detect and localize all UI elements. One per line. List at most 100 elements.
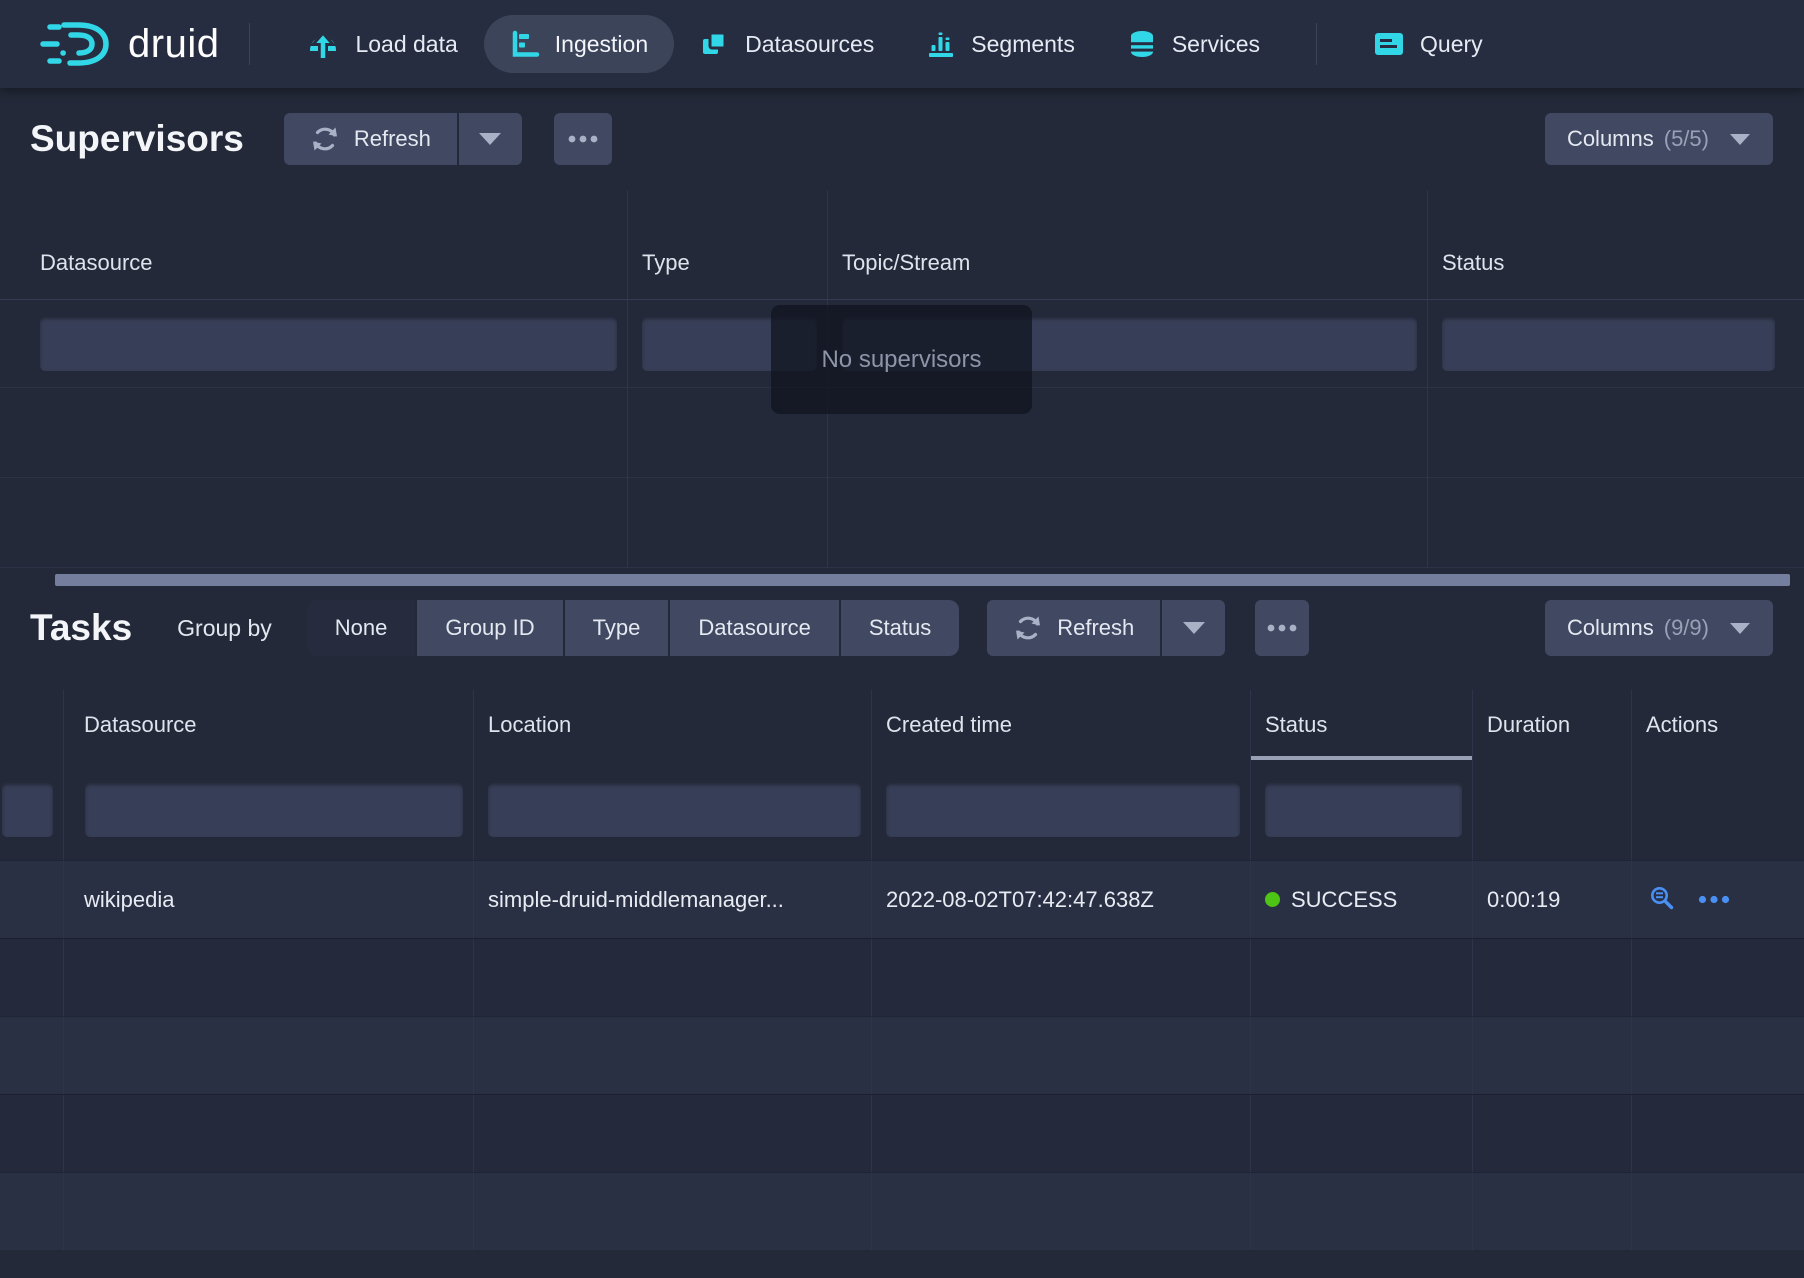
column-header-location[interactable]: Location xyxy=(473,690,871,760)
table-cell xyxy=(1631,1173,1804,1250)
sort-indicator xyxy=(1251,756,1472,760)
status-filter-input[interactable] xyxy=(1442,317,1775,371)
column-header-topic-stream[interactable]: Topic/Stream xyxy=(827,190,1427,299)
table-cell xyxy=(0,1173,63,1250)
task-actions-cell xyxy=(1631,861,1804,938)
table-cell xyxy=(0,478,627,567)
supervisors-refresh-button[interactable]: Refresh xyxy=(284,113,457,165)
table-cell xyxy=(473,1017,871,1094)
datasource-filter-input[interactable] xyxy=(40,317,617,371)
status-filter-input[interactable] xyxy=(1265,783,1462,837)
more-dots-icon xyxy=(1267,624,1297,632)
refresh-label: Refresh xyxy=(1057,615,1134,641)
tasks-table: Datasource Location Created time Status … xyxy=(0,690,1804,1250)
table-cell xyxy=(63,1173,473,1250)
nav-item-ingestion[interactable]: Ingestion xyxy=(484,15,674,73)
task-more-actions-button[interactable] xyxy=(1698,892,1730,907)
nav-item-load-data[interactable]: Load data xyxy=(280,15,483,73)
table-cell xyxy=(0,388,627,477)
nav-divider xyxy=(1316,23,1317,65)
supervisors-section: Supervisors Refresh xyxy=(0,88,1804,586)
task-detail-button[interactable] xyxy=(1649,885,1676,915)
table-cell xyxy=(0,1095,63,1172)
filter-cell xyxy=(0,300,627,387)
table-row xyxy=(0,1016,1804,1094)
tasks-header-row: Datasource Location Created time Status … xyxy=(0,690,1804,760)
table-cell xyxy=(1472,1095,1631,1172)
column-header-actions[interactable]: Actions xyxy=(1631,690,1804,760)
datasource-filter-input[interactable] xyxy=(85,783,463,837)
column-header-datasource[interactable]: Datasource xyxy=(0,190,627,299)
upload-icon xyxy=(306,27,340,61)
table-cell xyxy=(0,861,63,938)
columns-count: (5/5) xyxy=(1664,126,1709,152)
column-header-datasource[interactable]: Datasource xyxy=(63,690,473,760)
supervisors-refresh-dropdown-button[interactable] xyxy=(459,113,522,165)
task-row-wikipedia: wikipedia simple-druid-middlemanager... … xyxy=(0,860,1804,938)
supervisors-more-button[interactable] xyxy=(554,113,612,165)
task-duration-cell: 0:00:19 xyxy=(1472,861,1631,938)
table-cell xyxy=(63,939,473,1016)
table-cell xyxy=(827,478,1427,567)
filter-cell xyxy=(1427,300,1804,387)
nav-item-services[interactable]: Services xyxy=(1101,15,1286,73)
column-header-label: Status xyxy=(1265,712,1327,738)
table-cell xyxy=(1631,939,1804,1016)
group-by-label: Group by xyxy=(177,615,272,642)
ingestion-icon xyxy=(510,29,540,59)
refresh-icon xyxy=(1013,613,1043,643)
magnifier-detail-icon xyxy=(1649,885,1676,915)
table-cell xyxy=(627,478,827,567)
group-by-type-button[interactable]: Type xyxy=(563,600,669,656)
table-cell xyxy=(871,1173,1250,1250)
database-icon xyxy=(1127,29,1157,59)
task-created-time-cell: 2022-08-02T07:42:47.638Z xyxy=(871,861,1250,938)
supervisors-columns-button[interactable]: Columns (5/5) xyxy=(1545,113,1773,165)
horizontal-scrollbar[interactable] xyxy=(55,574,1790,586)
tasks-refresh-dropdown-button[interactable] xyxy=(1162,600,1225,656)
nav-item-datasources[interactable]: Datasources xyxy=(674,15,900,73)
brand-name: druid xyxy=(128,22,219,67)
chevron-down-icon xyxy=(1729,133,1751,146)
nav-item-label: Ingestion xyxy=(555,31,648,58)
table-cell xyxy=(871,1017,1250,1094)
task-status-cell: SUCCESS xyxy=(1250,861,1472,938)
column-header-status-sorted[interactable]: Status xyxy=(1250,690,1472,760)
status-badge: SUCCESS xyxy=(1291,887,1397,913)
table-cell xyxy=(1631,1017,1804,1094)
filter-cell xyxy=(473,760,871,860)
top-nav: druid Load data Ing xyxy=(0,0,1804,88)
table-cell xyxy=(0,939,63,1016)
chevron-down-icon xyxy=(1729,622,1751,635)
tasks-columns-button[interactable]: Columns (9/9) xyxy=(1545,600,1773,656)
druid-logo[interactable]: druid xyxy=(40,19,219,69)
table-row xyxy=(0,938,1804,1016)
druid-logo-icon xyxy=(40,19,114,69)
nav-item-label: Load data xyxy=(355,31,457,58)
column-header-duration[interactable]: Duration xyxy=(1472,690,1631,760)
nav-item-label: Segments xyxy=(971,31,1075,58)
created-time-filter-input[interactable] xyxy=(886,783,1240,837)
nav-item-query[interactable]: Query xyxy=(1347,15,1509,73)
group-by-datasource-button[interactable]: Datasource xyxy=(668,600,839,656)
column-header-type[interactable]: Type xyxy=(627,190,827,299)
supervisors-refresh-group: Refresh xyxy=(284,113,522,165)
group-by-none-button[interactable]: None xyxy=(307,600,416,656)
table-cell xyxy=(871,1095,1250,1172)
more-dots-icon xyxy=(568,135,598,143)
tasks-refresh-button[interactable]: Refresh xyxy=(987,600,1160,656)
location-filter-input[interactable] xyxy=(488,783,861,837)
table-cell xyxy=(1427,478,1804,567)
tasks-more-button[interactable] xyxy=(1255,600,1309,656)
table-cell xyxy=(1427,388,1804,477)
more-dots-icon xyxy=(1698,892,1730,907)
table-cell xyxy=(1472,939,1631,1016)
table-row xyxy=(0,1172,1804,1250)
column-header-created-time[interactable]: Created time xyxy=(871,690,1250,760)
column-header-status[interactable]: Status xyxy=(1427,190,1804,299)
task-id-filter-input[interactable] xyxy=(2,783,53,837)
group-by-status-button[interactable]: Status xyxy=(839,600,959,656)
nav-item-segments[interactable]: Segments xyxy=(900,15,1101,73)
table-cell xyxy=(1250,939,1472,1016)
group-by-group-id-button[interactable]: Group ID xyxy=(415,600,562,656)
